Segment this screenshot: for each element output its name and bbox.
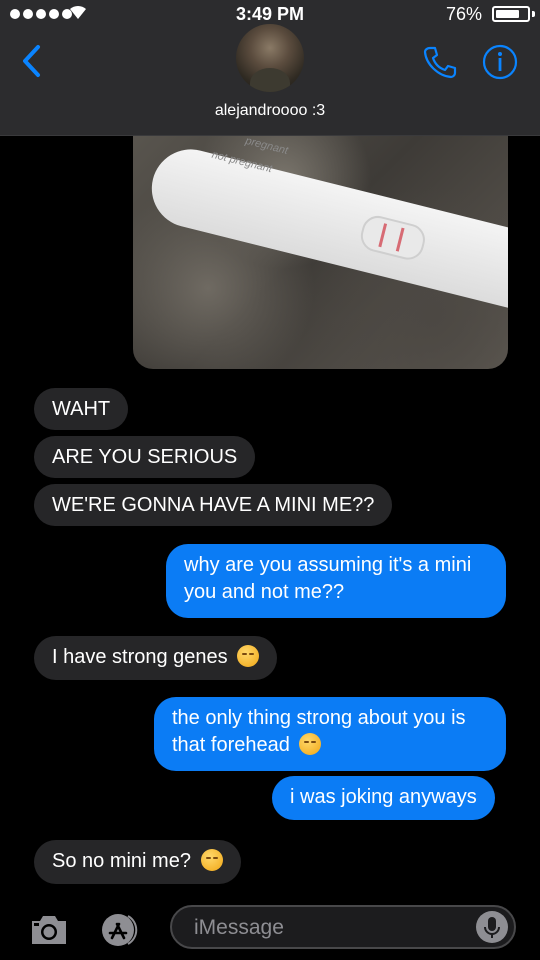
imessage-input[interactable]: iMessage [170, 905, 516, 949]
test-line [395, 227, 405, 252]
message-text: WE'RE GONNA HAVE A MINI ME?? [52, 494, 375, 516]
battery-nub [532, 11, 535, 17]
test-result-window [357, 212, 429, 263]
message-input-bar: iMessage [0, 895, 540, 960]
message-bubble-outgoing[interactable]: i was joking anyways [272, 776, 495, 820]
phone-icon[interactable] [422, 44, 458, 80]
contact-avatar[interactable] [236, 24, 304, 92]
message-text: So no mini me? [52, 850, 191, 872]
message-text: i was joking anyways [290, 786, 477, 808]
message-text: I have strong genes [52, 646, 228, 668]
contact-name[interactable]: alejandroooo :3 [0, 102, 540, 120]
relieved-face-icon [237, 645, 260, 667]
camera-icon[interactable] [28, 913, 70, 947]
message-text-line: you and not me?? [184, 581, 345, 603]
info-icon[interactable] [482, 44, 518, 80]
pregnancy-test-stick [143, 141, 508, 324]
message-bubble-incoming[interactable]: WAHT [34, 388, 129, 430]
message-text-line: why are you assuming it's a mini [184, 554, 472, 576]
message-text-line: that forehead [172, 734, 290, 756]
disappointed-face-icon [200, 849, 223, 871]
battery-icon [492, 6, 530, 22]
message-bubble-outgoing[interactable]: why are you assuming it's a mini you and… [166, 544, 506, 618]
message-bubble-incoming[interactable]: So no mini me? [34, 840, 241, 884]
message-text-line: the only thing strong about you is [172, 707, 466, 729]
unamused-face-icon [299, 733, 322, 755]
message-text: WAHT [52, 398, 111, 420]
microphone-icon[interactable] [475, 910, 509, 944]
pregnancy-test-photo[interactable]: pregnant not pregnant [133, 100, 508, 369]
app-store-icon[interactable] [98, 912, 148, 948]
battery-fill [496, 10, 519, 18]
conversation-header: 3:49 PM 76% alejandroooo :3 [0, 0, 540, 136]
input-placeholder: iMessage [194, 916, 284, 939]
message-bubble-incoming[interactable]: WE'RE GONNA HAVE A MINI ME?? [34, 484, 393, 526]
battery-percent: 76% [445, 4, 482, 24]
test-line [378, 223, 388, 248]
message-bubble-outgoing[interactable]: the only thing strong about you is that … [154, 697, 506, 771]
test-label-pregnant: pregnant [244, 134, 290, 158]
message-bubble-incoming[interactable]: ARE YOU SERIOUS [34, 436, 256, 478]
message-bubble-incoming[interactable]: I have strong genes [34, 636, 278, 680]
chevron-left-icon[interactable] [20, 44, 42, 78]
message-text: ARE YOU SERIOUS [52, 446, 238, 468]
